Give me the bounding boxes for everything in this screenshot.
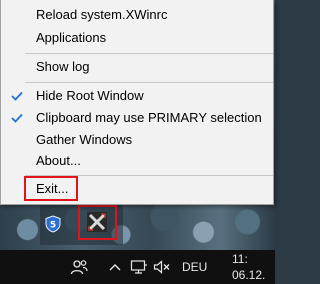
menu-item-label: Clipboard may use PRIMARY selection bbox=[36, 110, 262, 125]
menu-item-applications[interactable]: Applications bbox=[1, 27, 273, 49]
shield-icon[interactable]: 5 bbox=[38, 210, 68, 238]
menu-item-label: Show log bbox=[36, 59, 90, 74]
network-icon[interactable] bbox=[128, 250, 150, 284]
clock-date[interactable]: 06.12. bbox=[232, 268, 265, 282]
xwin-icon-highlight bbox=[78, 205, 117, 240]
check-icon bbox=[9, 107, 25, 129]
language-indicator[interactable]: DEU bbox=[182, 260, 207, 274]
xwin-context-menu: Reload system.XWinrc Applications Show l… bbox=[0, 0, 274, 205]
people-icon[interactable] bbox=[66, 250, 92, 284]
svg-text:5: 5 bbox=[50, 221, 56, 231]
volume-muted-icon[interactable] bbox=[151, 250, 173, 284]
menu-separator bbox=[25, 53, 273, 54]
menu-item-label: Gather Windows bbox=[36, 132, 133, 147]
clock-time[interactable]: 11: bbox=[232, 252, 248, 266]
menu-item-about[interactable]: About... bbox=[1, 150, 273, 172]
chevron-up-icon[interactable] bbox=[104, 250, 126, 284]
menu-item-clipboard-primary[interactable]: Clipboard may use PRIMARY selection bbox=[1, 107, 273, 129]
menu-item-show-log[interactable]: Show log bbox=[1, 56, 273, 78]
menu-item-reload[interactable]: Reload system.XWinrc bbox=[1, 4, 273, 26]
menu-item-label: Reload system.XWinrc bbox=[36, 7, 168, 22]
menu-item-label: Hide Root Window bbox=[36, 88, 144, 103]
check-icon bbox=[9, 85, 25, 107]
menu-item-label: About... bbox=[36, 153, 81, 168]
menu-item-label: Applications bbox=[36, 30, 107, 45]
menu-item-hide-root-window[interactable]: Hide Root Window bbox=[1, 85, 273, 107]
exit-highlight bbox=[24, 176, 78, 201]
menu-separator bbox=[25, 82, 273, 83]
menu-item-gather-windows[interactable]: Gather Windows bbox=[1, 129, 273, 151]
